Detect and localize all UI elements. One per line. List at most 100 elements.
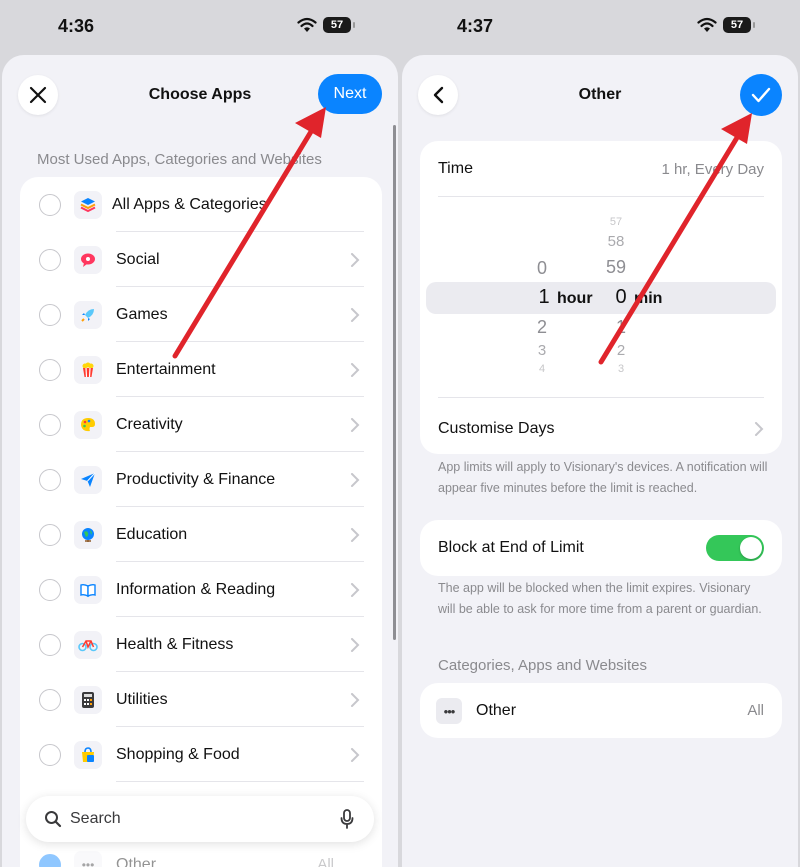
- picker-selection-band: [426, 282, 776, 314]
- checkmark-icon: [751, 87, 771, 103]
- divider: [116, 781, 364, 782]
- list-item-value: All: [317, 856, 334, 867]
- close-button[interactable]: [18, 75, 58, 115]
- radio-button[interactable]: [39, 303, 61, 326]
- categories-header: Categories, Apps and Websites: [438, 657, 648, 674]
- bicycle-icon: [74, 630, 102, 659]
- chevron-right-icon: [755, 422, 764, 436]
- chevron-right-icon: [351, 527, 360, 542]
- picker-min-option[interactable]: 59: [601, 257, 631, 278]
- stack-icon: [74, 190, 102, 219]
- list-item-education[interactable]: Education: [20, 507, 382, 562]
- block-label: Block at End of Limit: [438, 539, 584, 556]
- picker-min-option[interactable]: 1: [606, 317, 636, 338]
- toggle-knob: [740, 537, 762, 559]
- shopping-bag-icon: [74, 740, 102, 769]
- more-dots-icon: •••: [74, 850, 102, 867]
- search-input[interactable]: Search: [70, 810, 121, 828]
- other-label: Other: [476, 702, 517, 719]
- list-item-label: Games: [116, 305, 168, 323]
- divider: [438, 196, 764, 197]
- other-settings-sheet: Other Time 1 hr, Every Day 0 1 hour 2 3 …: [402, 55, 798, 867]
- wifi-icon: [697, 17, 717, 32]
- picker-hour-option[interactable]: 0: [527, 258, 557, 279]
- back-button[interactable]: [418, 75, 458, 115]
- block-limit-card: Block at End of Limit: [420, 520, 782, 576]
- radio-button[interactable]: [39, 688, 61, 711]
- radio-button-checked[interactable]: [39, 853, 61, 867]
- picker-min-option[interactable]: 57: [601, 216, 631, 228]
- picker-min-option[interactable]: 2: [606, 342, 636, 359]
- chevron-right-icon: [351, 252, 360, 267]
- status-time: 4:36: [58, 16, 95, 36]
- next-button[interactable]: Next: [318, 74, 382, 114]
- list-item-label: Entertainment: [116, 360, 216, 378]
- customise-days-row[interactable]: Customise Days: [438, 417, 764, 441]
- list-item-label: Utilities: [116, 690, 168, 708]
- battery-icon: 57: [323, 17, 355, 33]
- list-item-creativity[interactable]: Creativity: [20, 397, 382, 452]
- radio-button[interactable]: [39, 193, 61, 216]
- page-title: Other: [578, 86, 622, 103]
- status-bar-left: 4:36 57: [0, 0, 400, 55]
- picker-hour-selected[interactable]: 1: [529, 286, 559, 309]
- chevron-right-icon: [351, 692, 360, 707]
- picker-min-option[interactable]: 3: [606, 363, 636, 375]
- radio-button[interactable]: [39, 633, 61, 656]
- radio-button[interactable]: [39, 743, 61, 766]
- list-item-productivity-finance[interactable]: Productivity & Finance: [20, 452, 382, 507]
- status-time: 4:37: [457, 16, 494, 36]
- radio-button[interactable]: [39, 248, 61, 271]
- block-toggle[interactable]: [706, 535, 764, 561]
- picker-hour-option[interactable]: 3: [527, 342, 557, 359]
- search-bar[interactable]: Search: [26, 796, 374, 842]
- list-item-entertainment[interactable]: Entertainment: [20, 342, 382, 397]
- more-dots-icon: •••: [436, 698, 462, 724]
- search-icon: [45, 811, 62, 828]
- limit-footnote: App limits will apply to Visionary's dev…: [438, 460, 768, 495]
- list-item-games[interactable]: Games: [20, 287, 382, 342]
- chevron-right-icon: [351, 362, 360, 377]
- radio-button[interactable]: [39, 578, 61, 601]
- divider: [438, 397, 764, 398]
- radio-button[interactable]: [39, 523, 61, 546]
- list-item-information-reading[interactable]: Information & Reading: [20, 562, 382, 617]
- radio-button[interactable]: [39, 358, 61, 381]
- time-limit-card: Time 1 hr, Every Day 0 1 hour 2 3 4 57 5…: [420, 141, 782, 454]
- close-icon: [29, 86, 47, 104]
- scrollbar[interactable]: [393, 125, 396, 640]
- other-category-card[interactable]: ••• Other All: [420, 683, 782, 738]
- radio-button[interactable]: [39, 468, 61, 491]
- picker-hour-option[interactable]: 2: [527, 317, 557, 338]
- list-item-utilities[interactable]: Utilities: [20, 672, 382, 727]
- time-value: 1 hr, Every Day: [661, 160, 764, 178]
- confirm-button[interactable]: [740, 74, 782, 116]
- chevron-left-icon: [433, 86, 444, 104]
- paper-plane-icon: [74, 465, 102, 494]
- list-item-label: Shopping & Food: [116, 745, 240, 763]
- picker-hour-unit: hour: [557, 290, 593, 307]
- list-item-all-apps[interactable]: All Apps & Categories: [20, 177, 382, 232]
- list-item-label: Health & Fitness: [116, 635, 234, 653]
- picker-min-selected[interactable]: 0: [606, 286, 636, 309]
- microphone-icon[interactable]: [340, 809, 354, 829]
- calculator-icon: [74, 685, 102, 714]
- list-item-social[interactable]: Social: [20, 232, 382, 287]
- picker-hour-option[interactable]: 4: [527, 363, 557, 375]
- status-bar-right: 4:37 57: [400, 0, 800, 55]
- chevron-right-icon: [351, 582, 360, 597]
- picker-min-option[interactable]: 58: [601, 233, 631, 250]
- choose-apps-sheet: Choose Apps Next Most Used Apps, Categor…: [2, 55, 398, 867]
- radio-button[interactable]: [39, 413, 61, 436]
- battery-icon: 57: [723, 17, 755, 33]
- list-item-shopping-food[interactable]: Shopping & Food: [20, 727, 382, 782]
- palette-icon: [74, 410, 102, 439]
- status-icons: 57: [297, 17, 355, 33]
- list-item-label: Social: [116, 250, 160, 268]
- chevron-right-icon: [351, 637, 360, 652]
- globe-icon: [74, 520, 102, 549]
- time-row[interactable]: Time 1 hr, Every Day: [438, 157, 764, 181]
- chevron-right-icon: [351, 417, 360, 432]
- rocket-icon: [74, 300, 102, 329]
- list-item-health-fitness[interactable]: Health & Fitness: [20, 617, 382, 672]
